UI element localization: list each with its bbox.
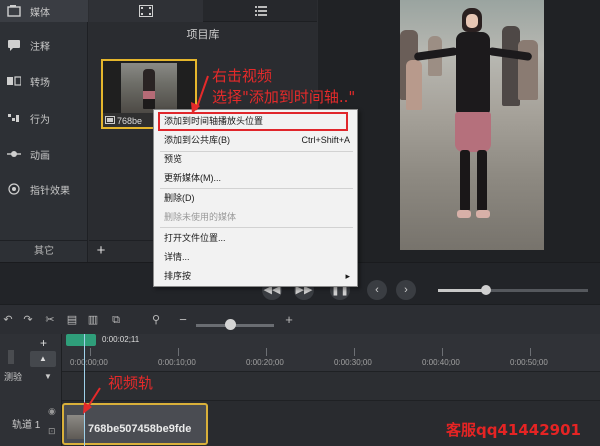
annotation-video-track: 视频轨 xyxy=(108,374,154,392)
annotation-right-click: 右击视频 xyxy=(212,67,273,85)
annotation-arrow xyxy=(195,75,209,111)
annotation-choose-add: 选择"添加到时间轴.." xyxy=(212,88,356,106)
annotation-arrows xyxy=(83,75,209,414)
watermark-text: 客服qq41442901 xyxy=(446,421,581,439)
